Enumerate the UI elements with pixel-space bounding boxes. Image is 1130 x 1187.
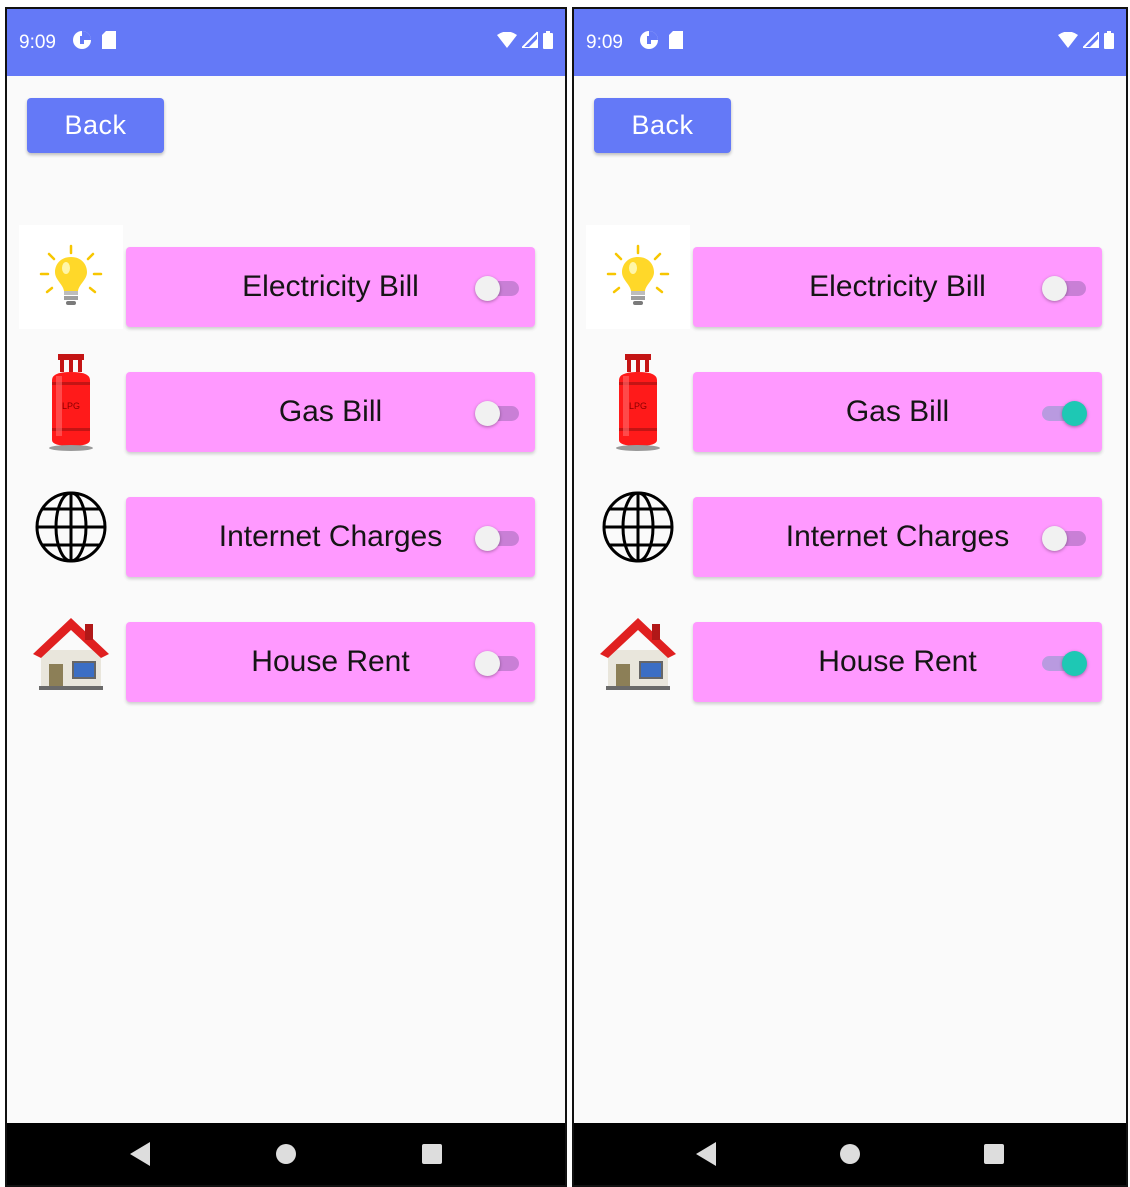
bill-card[interactable]: Gas Bill <box>693 372 1102 452</box>
globe-icon <box>586 475 690 579</box>
nav-home-icon[interactable] <box>820 1134 880 1174</box>
phone-screen-left: 9:09 Back Electricity Bill LPG Gas Bill … <box>5 7 567 1187</box>
bill-row-house-rent: House Rent <box>586 600 1106 704</box>
back-button[interactable]: Back <box>27 98 164 153</box>
bill-card[interactable]: Electricity Bill <box>126 247 535 327</box>
light-bulb-icon <box>586 225 690 329</box>
electricity-toggle[interactable] <box>1042 276 1086 301</box>
phone-screen-right: 9:09 Back Electricity Bill LPG Gas Bill … <box>572 7 1128 1187</box>
sd-card-icon <box>101 31 116 54</box>
bill-label: Electricity Bill <box>242 270 419 303</box>
bill-card[interactable]: Internet Charges <box>693 497 1102 577</box>
globe-icon <box>19 475 123 579</box>
nav-recents-icon[interactable] <box>964 1134 1024 1174</box>
light-bulb-icon <box>19 225 123 329</box>
lpg-badge: LPG <box>629 401 647 411</box>
bill-row-internet: Internet Charges <box>586 475 1106 579</box>
sd-card-icon <box>668 31 683 54</box>
signal-icon <box>519 29 539 53</box>
back-button[interactable]: Back <box>594 98 731 153</box>
bill-card[interactable]: House Rent <box>126 622 535 702</box>
bill-row-electricity: Electricity Bill <box>586 225 1106 329</box>
house-rent-toggle[interactable] <box>475 651 519 676</box>
gas-toggle[interactable] <box>1042 401 1087 426</box>
nav-back-icon[interactable] <box>110 1134 170 1174</box>
bill-label: House Rent <box>251 645 410 678</box>
wifi-icon <box>497 31 517 53</box>
status-time: 9:09 <box>19 31 56 53</box>
bill-row-house-rent: House Rent <box>19 600 539 704</box>
house-icon <box>19 600 123 704</box>
bill-label: Internet Charges <box>218 520 443 553</box>
bill-label: Gas Bill <box>845 395 950 428</box>
nav-back-icon[interactable] <box>676 1134 736 1174</box>
house-icon <box>586 600 690 704</box>
status-bar: 9:09 <box>7 9 565 76</box>
gas-cylinder-icon: LPG <box>19 350 123 454</box>
nav-recents-icon[interactable] <box>402 1134 462 1174</box>
bill-label: Gas Bill <box>278 395 383 428</box>
electricity-toggle[interactable] <box>475 276 519 301</box>
navigation-bar <box>7 1123 565 1185</box>
data-saver-icon <box>72 30 92 55</box>
nav-home-icon[interactable] <box>256 1134 316 1174</box>
bill-row-internet: Internet Charges <box>19 475 539 579</box>
signal-icon <box>1080 29 1100 53</box>
bill-label: House Rent <box>818 645 977 678</box>
gas-cylinder-icon: LPG <box>586 350 690 454</box>
bill-card[interactable]: House Rent <box>693 622 1102 702</box>
bill-row-electricity: Electricity Bill <box>19 225 539 329</box>
house-rent-toggle[interactable] <box>1042 651 1087 676</box>
battery-icon <box>543 31 553 54</box>
internet-toggle[interactable] <box>1042 526 1086 551</box>
status-time: 9:09 <box>586 31 623 53</box>
bill-card[interactable]: Internet Charges <box>126 497 535 577</box>
lpg-badge: LPG <box>62 401 80 411</box>
bill-label: Internet Charges <box>785 520 1010 553</box>
bill-row-gas: LPG Gas Bill <box>19 350 539 454</box>
wifi-icon <box>1058 31 1078 53</box>
internet-toggle[interactable] <box>475 526 519 551</box>
navigation-bar <box>574 1123 1126 1185</box>
bill-label: Electricity Bill <box>809 270 986 303</box>
data-saver-icon <box>639 30 659 55</box>
bill-row-gas: LPG Gas Bill <box>586 350 1106 454</box>
status-bar: 9:09 <box>574 9 1126 76</box>
battery-icon <box>1104 31 1114 54</box>
bill-card[interactable]: Electricity Bill <box>693 247 1102 327</box>
bill-card[interactable]: Gas Bill <box>126 372 535 452</box>
gas-toggle[interactable] <box>475 401 519 426</box>
